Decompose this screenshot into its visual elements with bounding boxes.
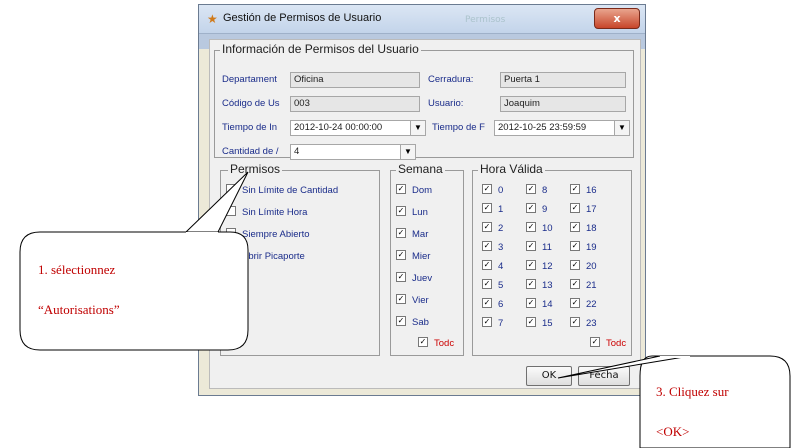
callout-1-line2: “Autorisations”	[38, 302, 120, 317]
callout-3-line2: <OK>	[656, 424, 690, 439]
callout-3-line1: 3. Cliquez sur	[656, 384, 729, 399]
callout-1-bubble	[19, 231, 249, 351]
callout-1-pointer	[184, 171, 249, 233]
callout-shapes	[19, 171, 791, 448]
callout-1-line1: 1. sélectionnez	[38, 262, 116, 277]
